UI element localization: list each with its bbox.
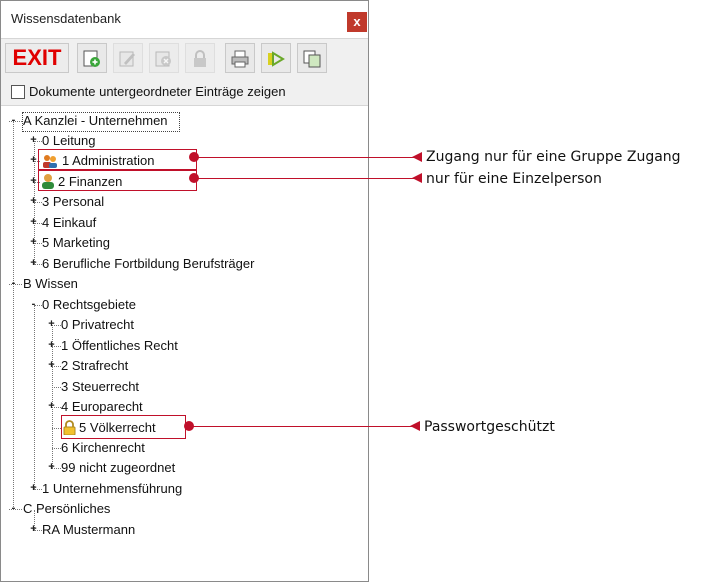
edit-icon [119,51,135,67]
play-forward-icon [268,51,285,67]
print-button[interactable] [225,43,255,73]
annotation-arrow-password [410,421,420,431]
copy-icon [303,50,321,68]
show-subdocuments-checkbox[interactable] [11,85,25,99]
tree-node-leitung[interactable]: 0 Leitung [42,132,96,150]
highlight-box-finanzen [38,170,197,191]
tree-node-nicht-zugeordnet[interactable]: 99 nicht zugeordnet [61,459,175,477]
tree-node-oeffentliches-recht[interactable]: 1 Öffentliches Recht [61,337,178,355]
tree-node-steuerrecht[interactable]: 3 Steuerrecht [61,378,139,396]
annotation-line-single [194,178,414,179]
highlight-box-administration [38,149,197,170]
lock-icon [194,50,206,67]
tree-node-fortbildung[interactable]: 6 Berufliche Fortbildung Berufsträger [42,255,254,273]
delete-entry-button[interactable] [149,43,179,73]
printer-icon [231,50,249,68]
forward-button[interactable] [261,43,291,73]
knowledge-base-window: Wissensdatenbank x EXIT Dokumente unterg… [0,0,369,582]
tree-node-rechtsgebiete[interactable]: 0 Rechtsgebiete [42,296,136,314]
close-button[interactable]: x [347,12,367,32]
tree-node-kirchenrecht[interactable]: 6 Kirchenrecht [61,439,145,457]
annotation-line-password [189,426,413,427]
tree-node-kanzlei[interactable]: A Kanzlei - Unternehmen [23,112,168,130]
annotation-text-single: nur für eine Einzelperson [426,171,602,187]
tree-node-wissen[interactable]: B Wissen [23,275,78,293]
annotation-text-password: Passwortgeschützt [424,419,555,435]
add-document-icon [83,50,100,67]
annotation-text-group: Zugang nur für eine Gruppe Zugang [426,149,681,165]
delete-icon [155,51,171,67]
exit-button[interactable]: EXIT [5,43,69,73]
tree-node-strafrecht[interactable]: 2 Strafrecht [61,357,128,375]
toolbar: EXIT [1,38,368,80]
copy-button[interactable] [297,43,327,73]
tree-node-privatrecht[interactable]: 0 Privatrecht [61,316,134,334]
tree-node-marketing[interactable]: 5 Marketing [42,234,110,252]
tree-node-persoenliches[interactable]: C Persönliches [23,500,110,518]
show-subdocuments-option: Dokumente untergeordneter Einträge zeige… [1,79,368,106]
annotation-arrow-group [412,152,422,162]
edit-entry-button[interactable] [113,43,143,73]
tree-node-europarecht[interactable]: 4 Europarecht [61,398,143,416]
add-entry-button[interactable] [77,43,107,73]
window-title: Wissensdatenbank [11,11,121,26]
title-bar: Wissensdatenbank x [1,1,368,37]
highlight-box-voelkerrecht [61,415,186,439]
annotation-arrow-single [412,173,422,183]
tree-node-einkauf[interactable]: 4 Einkauf [42,214,96,232]
annotation-line-group [194,157,414,158]
tree-node-unternehmensfuehrung[interactable]: 1 Unternehmensführung [42,480,182,498]
tree-node-personal[interactable]: 3 Personal [42,193,104,211]
tree-node-ra-mustermann[interactable]: RA Mustermann [42,521,135,539]
lock-entry-button[interactable] [185,43,215,73]
show-subdocuments-label: Dokumente untergeordneter Einträge zeige… [29,84,286,99]
